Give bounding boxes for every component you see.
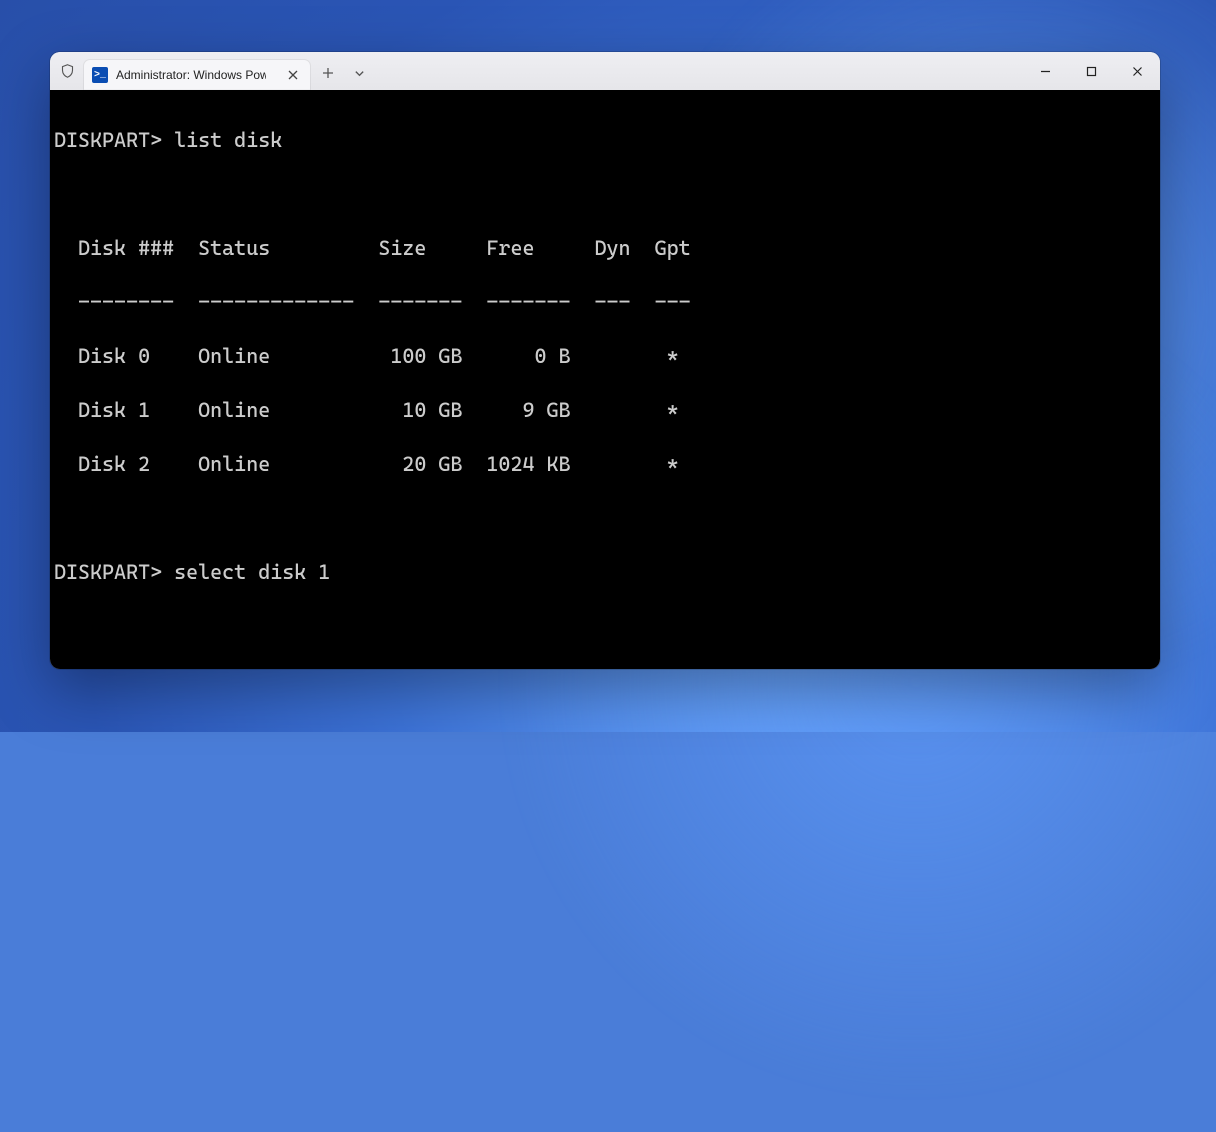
shield-icon (58, 62, 76, 80)
msg-disk-selected: Disk 1 is now the selected disk. (50, 667, 1160, 669)
disk-table-divider: -------- ------------- ------- ------- -… (50, 289, 1160, 316)
cmd-select-disk: select disk 1 (174, 560, 330, 584)
prompt: DISKPART> (54, 128, 162, 152)
disk-table-header: Disk ### Status Size Free Dyn Gpt (50, 235, 1160, 262)
titlebar[interactable]: >_ Administrator: Windows Powe (50, 52, 1160, 90)
tab-dropdown-button[interactable] (346, 58, 372, 88)
cmd-list-disk: list disk (174, 128, 282, 152)
terminal-output[interactable]: DISKPART> list disk Disk ### Status Size… (50, 90, 1160, 669)
maximize-button[interactable] (1068, 52, 1114, 90)
minimize-button[interactable] (1022, 52, 1068, 90)
prompt: DISKPART> (54, 560, 162, 584)
table-row: Disk 1 Online 10 GB 9 GB * (50, 397, 1160, 424)
table-row: Disk 2 Online 20 GB 1024 KB * (50, 451, 1160, 478)
new-tab-button[interactable] (312, 58, 344, 88)
terminal-window: >_ Administrator: Windows Powe (50, 52, 1160, 669)
tab-active[interactable]: >_ Administrator: Windows Powe (84, 60, 310, 90)
tab-close-button[interactable] (284, 66, 302, 84)
tab-title: Administrator: Windows Powe (116, 68, 266, 82)
table-row: Disk 0 Online 100 GB 0 B * (50, 343, 1160, 370)
close-button[interactable] (1114, 52, 1160, 90)
window-caption-buttons (1022, 52, 1160, 90)
powershell-icon: >_ (92, 67, 108, 83)
